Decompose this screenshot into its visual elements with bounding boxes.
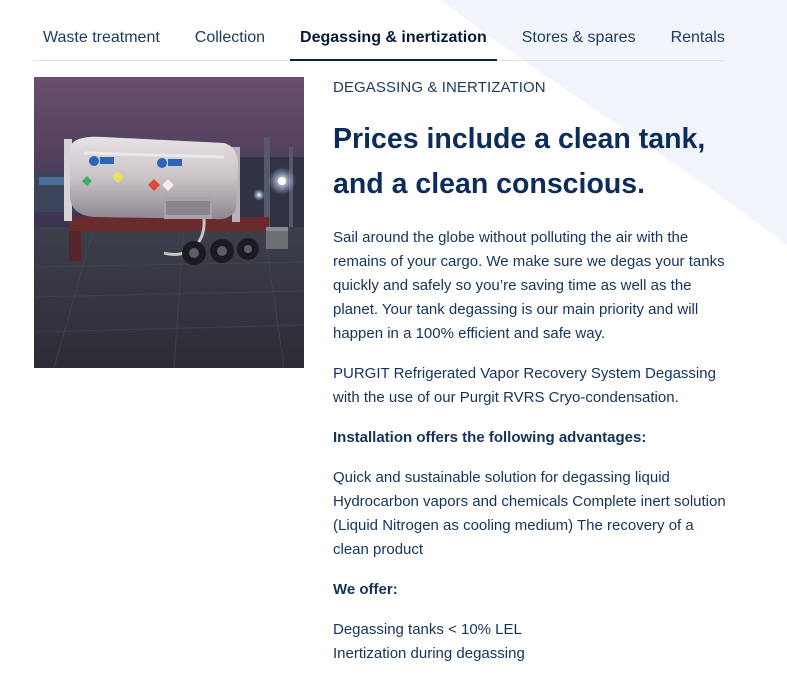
intro-paragraph: Sail around the globe without polluting … xyxy=(333,229,725,342)
section-headline: Prices include a clean tank, and a clean… xyxy=(333,117,733,207)
offer-heading: We offer: xyxy=(333,581,398,598)
tab-degassing-inertization[interactable]: Degassing & inertization xyxy=(290,20,497,61)
tank-trailer-photo xyxy=(34,77,304,368)
system-paragraph: PURGIT Refrigerated Vapor Recovery Syste… xyxy=(333,365,716,406)
section-eyebrow: DEGASSING & INERTIZATION xyxy=(333,79,546,96)
offer-list: Degassing tanks < 10% LEL Inertization d… xyxy=(333,618,733,666)
offer-item: Degassing tanks < 10% LEL xyxy=(333,621,522,638)
degassing-content: DEGASSING & INERTIZATION Prices include … xyxy=(333,78,733,666)
tab-collection[interactable]: Collection xyxy=(185,20,275,60)
offer-item: Inertization during degassing xyxy=(333,645,525,662)
advantages-paragraph: Quick and sustainable solution for degas… xyxy=(333,469,726,558)
advantages-heading: Installation offers the following advant… xyxy=(333,429,647,446)
tab-stores-spares[interactable]: Stores & spares xyxy=(512,20,646,60)
tab-rentals[interactable]: Rentals xyxy=(661,20,735,60)
headline-line-1: Prices include a clean tank, xyxy=(333,123,706,155)
headline-line-2: and a clean conscious. xyxy=(333,168,646,200)
service-tabs: Waste treatment Collection Degassing & i… xyxy=(33,20,725,61)
tab-waste-treatment[interactable]: Waste treatment xyxy=(33,20,170,60)
